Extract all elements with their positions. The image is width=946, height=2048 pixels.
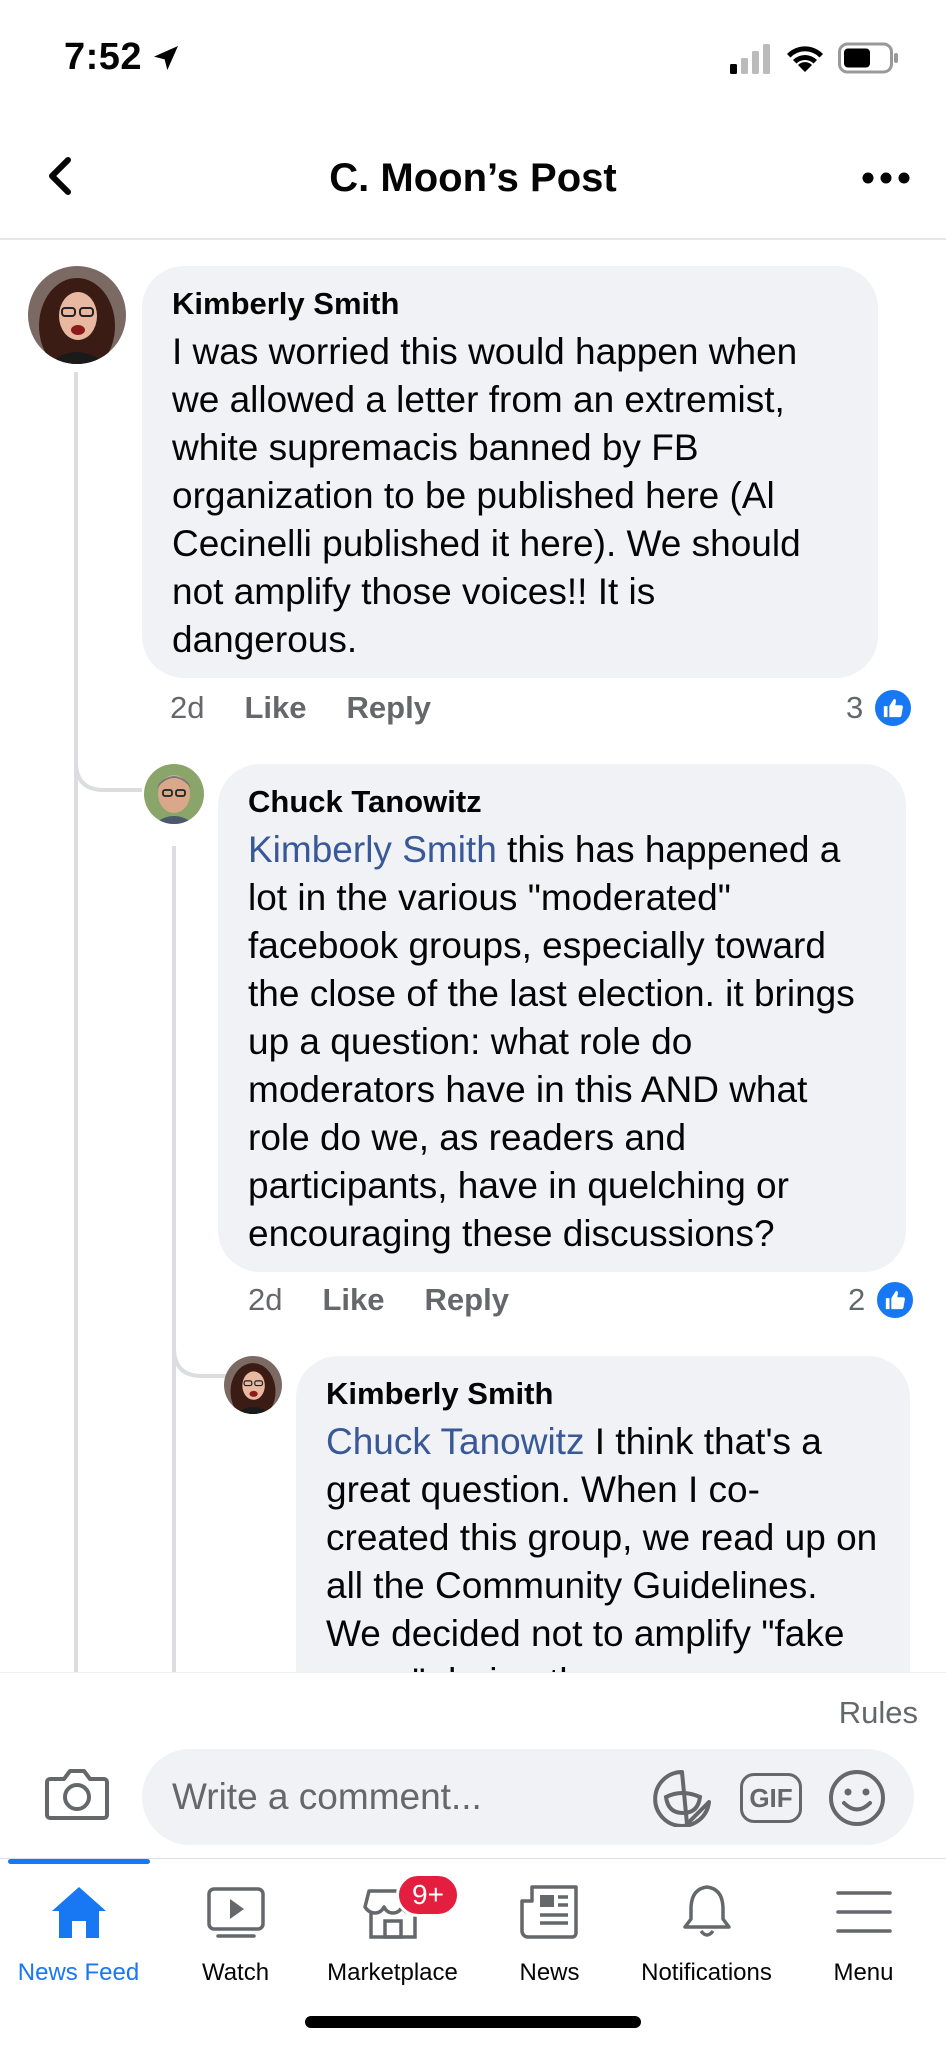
avatar[interactable]	[28, 266, 126, 364]
thread-connector	[74, 740, 142, 792]
tab-notifications[interactable]: Notifications	[628, 1859, 785, 1989]
reply-button[interactable]: Reply	[347, 690, 431, 726]
post-header: C. Moon’s Post	[0, 120, 946, 240]
avatar[interactable]	[144, 764, 204, 824]
news-icon	[519, 1885, 578, 1939]
like-button[interactable]: Like	[244, 690, 306, 726]
notification-badge: 9+	[396, 1873, 460, 1917]
thumbs-up-icon	[875, 1280, 916, 1320]
home-icon	[51, 1887, 106, 1938]
cellular-signal-icon	[730, 44, 770, 74]
comment-author[interactable]: Chuck Tanowitz	[248, 784, 876, 820]
tab-news-feed[interactable]: News Feed	[0, 1859, 157, 1989]
tab-label: News Feed	[17, 1959, 140, 1986]
tab-label: Watch	[201, 1959, 270, 1986]
thread-line	[74, 372, 78, 1672]
reaction-number: 3	[846, 690, 864, 725]
sticker-icon[interactable]	[652, 1769, 714, 1827]
more-options-icon[interactable]	[856, 148, 916, 208]
comment-bubble: Chuck Tanowitz Kimberly Smith this has h…	[218, 764, 906, 1272]
reaction-count[interactable]: 3	[846, 688, 914, 728]
reaction-count[interactable]: 2	[848, 1280, 916, 1320]
comment-text: Chuck Tanowitz I think that's a great qu…	[326, 1418, 880, 1706]
status-bar: 7:52	[0, 0, 946, 120]
comment-timestamp[interactable]: 2d	[248, 1282, 282, 1318]
comment-bubble: Kimberly Smith I was worried this would …	[142, 266, 878, 678]
battery-icon	[838, 42, 898, 74]
reaction-number: 2	[848, 1282, 866, 1317]
thumbs-up-icon	[873, 688, 914, 728]
comment-actions: 2d Like Reply	[170, 690, 471, 726]
comment-timestamp[interactable]: 2d	[170, 690, 204, 726]
tab-watch[interactable]: Watch	[157, 1859, 314, 1989]
comment-author[interactable]: Kimberly Smith	[172, 286, 848, 322]
tab-label: News	[519, 1959, 580, 1986]
location-arrow-icon	[154, 46, 178, 70]
mention-link[interactable]: Chuck Tanowitz	[326, 1421, 584, 1462]
mention-link[interactable]: Kimberly Smith	[248, 829, 497, 870]
comment-text: Kimberly Smith this has happened a lot i…	[248, 826, 876, 1258]
wifi-icon	[787, 46, 823, 72]
page-title: C. Moon’s Post	[329, 156, 617, 200]
comment-body: this has happened a lot in the various "…	[248, 829, 855, 1254]
watch-icon	[206, 1887, 265, 1938]
comment-actions: 2d Like Reply	[248, 1282, 549, 1318]
comment-author[interactable]: Kimberly Smith	[326, 1376, 880, 1412]
comment-text: I was worried this would happen when we …	[172, 331, 801, 660]
tab-label: Marketplace	[327, 1959, 458, 1986]
avatar[interactable]	[224, 1356, 282, 1414]
comment-body: I think that's a great question. When I …	[326, 1421, 878, 1702]
like-button[interactable]: Like	[322, 1282, 384, 1318]
status-time: 7:52	[64, 36, 143, 78]
tab-menu[interactable]: Menu	[785, 1859, 942, 1989]
emoji-icon[interactable]	[828, 1769, 886, 1827]
rules-link[interactable]: Rules	[839, 1695, 918, 1731]
tab-label: Notifications	[641, 1959, 772, 1986]
reply-button[interactable]: Reply	[425, 1282, 509, 1318]
home-indicator	[305, 2016, 641, 2028]
tab-news[interactable]: News	[471, 1859, 628, 1989]
menu-icon	[835, 1891, 892, 1933]
camera-icon[interactable]	[44, 1765, 110, 1821]
thread-line	[172, 846, 176, 1672]
tab-label: Menu	[833, 1959, 894, 1986]
gif-button[interactable]: GIF	[740, 1773, 802, 1823]
comment-composer: Rules GIF	[0, 1672, 946, 1858]
bell-icon	[682, 1885, 731, 1937]
